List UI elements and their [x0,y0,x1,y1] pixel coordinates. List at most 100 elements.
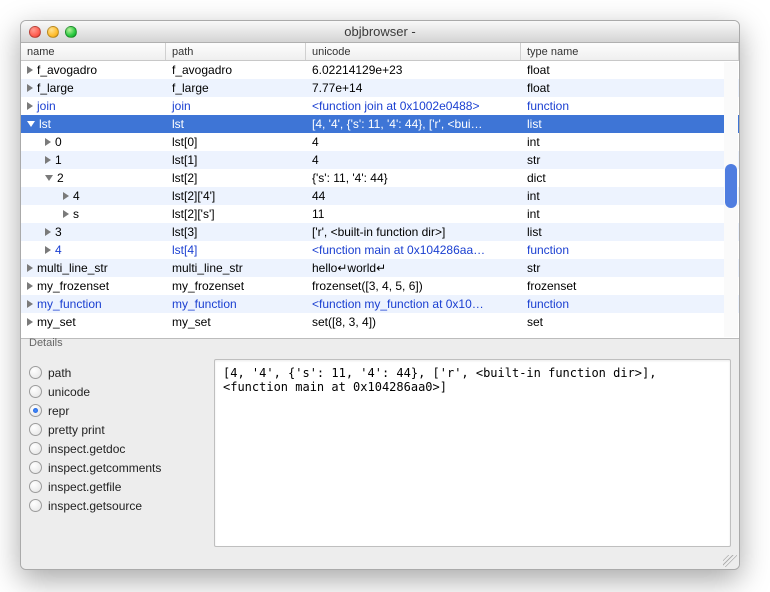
table-row[interactable]: joinjoin<function join at 0x1002e0488>fu… [21,97,739,115]
table-row[interactable]: slst[2]['s']11int [21,205,739,223]
radio-option[interactable]: inspect.getfile [29,477,204,496]
details-textbox[interactable]: [4, '4', {'s': 11, '4': 44}, ['r', <buil… [214,359,731,547]
cell-name: 4 [73,189,80,203]
cell-path: lst[2] [166,171,306,185]
cell-unicode: 11 [306,207,521,221]
table-row[interactable]: my_frozensetmy_frozensetfrozenset([3, 4,… [21,277,739,295]
table-row[interactable]: 4lst[4]<function main at 0x104286aa…func… [21,241,739,259]
header-unicode[interactable]: unicode [306,43,521,60]
disclosure-closed-icon[interactable] [63,192,69,200]
table-row[interactable]: 3lst[3]['r', <built-in function dir>]lis… [21,223,739,241]
header-path[interactable]: path [166,43,306,60]
table-row[interactable]: multi_line_strmulti_line_strhello↵world↵… [21,259,739,277]
cell-type: function [521,99,739,113]
table-row[interactable]: my_setmy_setset([8, 3, 4])set [21,313,739,331]
disclosure-closed-icon[interactable] [27,102,33,110]
radio-icon[interactable] [29,423,42,436]
cell-unicode: [4, '4', {'s': 11, '4': 44}, ['r', <bui… [306,117,521,131]
cell-path: lst[4] [166,243,306,257]
table-row[interactable]: f_avogadrof_avogadro6.02214129e+23float [21,61,739,79]
table-row[interactable]: my_functionmy_function<function my_funct… [21,295,739,313]
radio-icon[interactable] [29,461,42,474]
radio-icon[interactable] [29,480,42,493]
scrollbar-thumb[interactable] [725,164,737,208]
cell-name: 3 [55,225,62,239]
cell-path: my_set [166,315,306,329]
cell-type: set [521,315,739,329]
cell-path: join [166,99,306,113]
table-row[interactable]: 4lst[2]['4']44int [21,187,739,205]
disclosure-closed-icon[interactable] [45,138,51,146]
cell-type: int [521,189,739,203]
cell-unicode: <function main at 0x104286aa… [306,243,521,257]
details-radio-group: path unicode reprpretty printinspect.getdo… [29,359,204,547]
disclosure-closed-icon[interactable] [45,156,51,164]
disclosure-closed-icon[interactable] [45,246,51,254]
radio-option[interactable]: repr [29,401,204,420]
traffic-lights [21,26,77,38]
radio-label: path [48,366,71,380]
details-label: Details [29,337,63,349]
table-row[interactable]: 1lst[1]4str [21,151,739,169]
cell-path: my_frozenset [166,279,306,293]
cell-name: my_frozenset [37,279,109,293]
disclosure-closed-icon[interactable] [27,318,33,326]
radio-label: inspect.getsource [48,499,142,513]
resize-grip-icon[interactable] [723,553,737,567]
radio-option[interactable]: pretty print [29,420,204,439]
table-header: name path unicode type name [21,43,739,61]
radio-option[interactable]: inspect.getcomments [29,458,204,477]
cell-type: list [521,225,739,239]
disclosure-closed-icon[interactable] [27,264,33,272]
close-button[interactable] [29,26,41,38]
header-name[interactable]: name [21,43,166,60]
radio-icon[interactable] [29,442,42,455]
cell-unicode: hello↵world↵ [306,261,521,275]
disclosure-closed-icon[interactable] [27,84,33,92]
cell-unicode: 7.77e+14 [306,81,521,95]
header-type[interactable]: type name [521,43,739,60]
disclosure-open-icon[interactable] [27,121,35,127]
disclosure-closed-icon[interactable] [27,282,33,290]
cell-path: my_function [166,297,306,311]
radio-option[interactable]: inspect.getdoc [29,439,204,458]
cell-unicode: <function join at 0x1002e0488> [306,99,521,113]
cell-type: int [521,135,739,149]
radio-label: unicode [48,385,90,399]
disclosure-open-icon[interactable] [45,175,53,181]
titlebar: objbrowser - [21,21,739,43]
radio-icon[interactable] [29,499,42,512]
disclosure-closed-icon[interactable] [45,228,51,236]
zoom-button[interactable] [65,26,77,38]
disclosure-closed-icon[interactable] [27,66,33,74]
table-row[interactable]: 2lst[2]{'s': 11, '4': 44}dict [21,169,739,187]
window-title: objbrowser - [21,24,739,39]
disclosure-closed-icon[interactable] [27,300,33,308]
cell-unicode: ['r', <built-in function dir>] [306,225,521,239]
scrollbar[interactable] [724,62,738,337]
cell-path: lst[1] [166,153,306,167]
disclosure-closed-icon[interactable] [63,210,69,218]
cell-type: int [521,207,739,221]
radio-option[interactable]: unicode [29,382,204,401]
radio-icon[interactable] [29,404,42,417]
radio-option[interactable]: inspect.getsource [29,496,204,515]
radio-icon[interactable] [29,366,42,379]
radio-icon[interactable] [29,385,42,398]
cell-name: join [37,99,56,113]
cell-name: f_large [37,81,74,95]
tree-table: name path unicode type name f_avogadrof_… [21,43,739,339]
radio-option[interactable]: path [29,363,204,382]
table-row[interactable]: f_largef_large7.77e+14float [21,79,739,97]
cell-name: my_set [37,315,76,329]
table-row[interactable]: 0lst[0]4int [21,133,739,151]
cell-path: lst [166,117,306,131]
cell-path: lst[2]['s'] [166,207,306,221]
table-row[interactable]: lstlst[4, '4', {'s': 11, '4': 44}, ['r',… [21,115,739,133]
cell-name: f_avogadro [37,63,97,77]
table-body: f_avogadrof_avogadro6.02214129e+23floatf… [21,61,739,339]
window: objbrowser - name path unicode type name… [20,20,740,570]
minimize-button[interactable] [47,26,59,38]
cell-name: my_function [37,297,102,311]
resize-bar [21,555,739,569]
